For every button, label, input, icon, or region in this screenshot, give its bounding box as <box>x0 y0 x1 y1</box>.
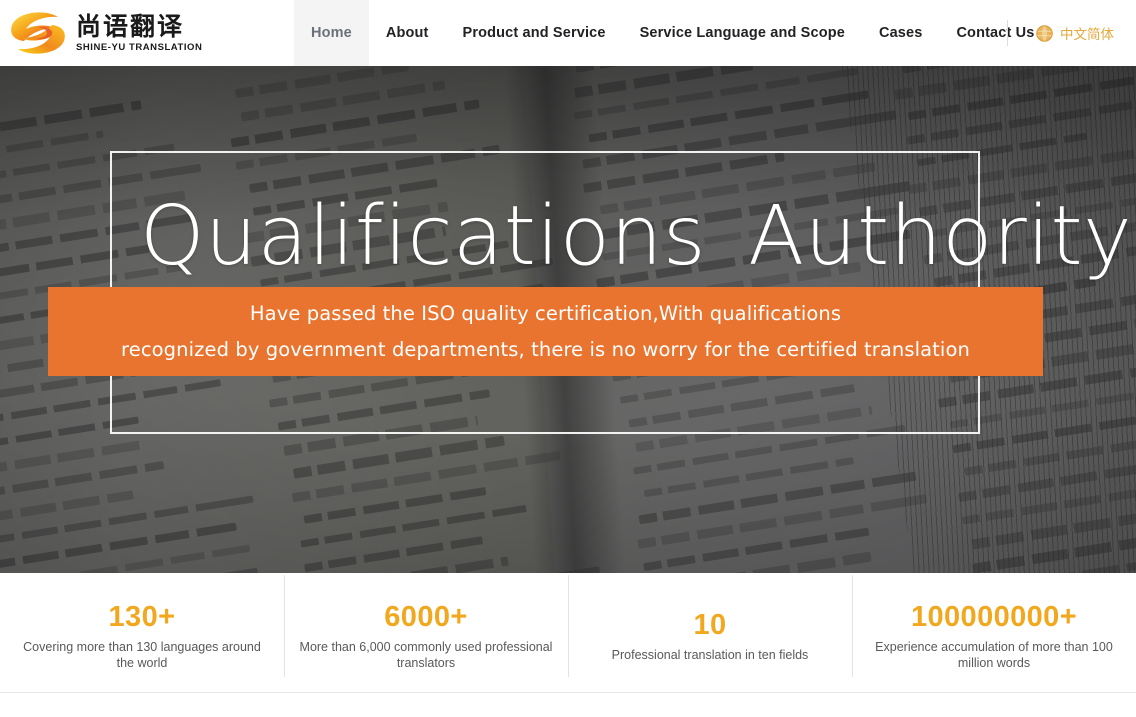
nav-item-product-and-service[interactable]: Product and Service <box>446 0 623 66</box>
stat-item: 130+ Covering more than 130 languages ar… <box>0 573 284 692</box>
hero-title: Qualifications Authority <box>140 189 1040 285</box>
hero-title-part1: Qualifications <box>140 189 706 284</box>
nav-item-service-language-and-scope[interactable]: Service Language and Scope <box>623 0 862 66</box>
stat-value: 10 <box>693 608 726 642</box>
stats-section: 130+ Covering more than 130 languages ar… <box>0 573 1136 692</box>
site-logo[interactable]: 尚语翻译 SHINE-YU TRANSLATION <box>8 0 278 66</box>
logo-english-name: SHINE-YU TRANSLATION <box>76 42 202 54</box>
stat-label: Experience accumulation of more than 100… <box>866 639 1122 671</box>
language-switcher-area: 中文简体 <box>1007 0 1114 66</box>
stat-label: More than 6,000 commonly used profession… <box>298 639 554 671</box>
stat-item: 10 Professional translation in ten field… <box>568 573 852 692</box>
footer-spacer <box>0 693 1136 717</box>
stat-item: 6000+ More than 6,000 commonly used prof… <box>284 573 568 692</box>
nav-divider <box>1007 20 1008 46</box>
stat-value: 6000+ <box>384 600 467 634</box>
logo-wordmark: 尚语翻译 SHINE-YU TRANSLATION <box>76 10 202 56</box>
nav-item-about[interactable]: About <box>369 0 446 66</box>
logo-chinese-name: 尚语翻译 <box>76 12 202 42</box>
hero-subtitle-line-2: recognized by government departments, th… <box>121 332 970 368</box>
nav-item-home[interactable]: Home <box>294 0 369 66</box>
globe-icon <box>1036 25 1053 42</box>
stat-value: 130+ <box>109 600 176 634</box>
hero-subtitle-line-1: Have passed the ISO quality certificatio… <box>250 296 841 332</box>
stat-value: 100000000+ <box>911 600 1077 634</box>
hero-title-part2: Authority <box>748 189 1132 284</box>
main-navigation: Home About Product and Service Service L… <box>294 0 1051 66</box>
hero-subtitle-banner: Have passed the ISO quality certificatio… <box>48 287 1043 376</box>
stat-label: Professional translation in ten fields <box>612 647 809 663</box>
nav-item-cases[interactable]: Cases <box>862 0 939 66</box>
language-switcher-label: 中文简体 <box>1060 23 1114 43</box>
stat-item: 100000000+ Experience accumulation of mo… <box>852 573 1136 692</box>
swirl-logo-icon <box>8 7 68 59</box>
stat-label: Covering more than 130 languages around … <box>14 639 270 671</box>
hero-banner-section: Qualifications Authority Have passed the … <box>0 66 1136 573</box>
language-switcher-button[interactable]: 中文简体 <box>1036 23 1114 43</box>
site-header: 尚语翻译 SHINE-YU TRANSLATION Home About Pro… <box>0 0 1136 66</box>
